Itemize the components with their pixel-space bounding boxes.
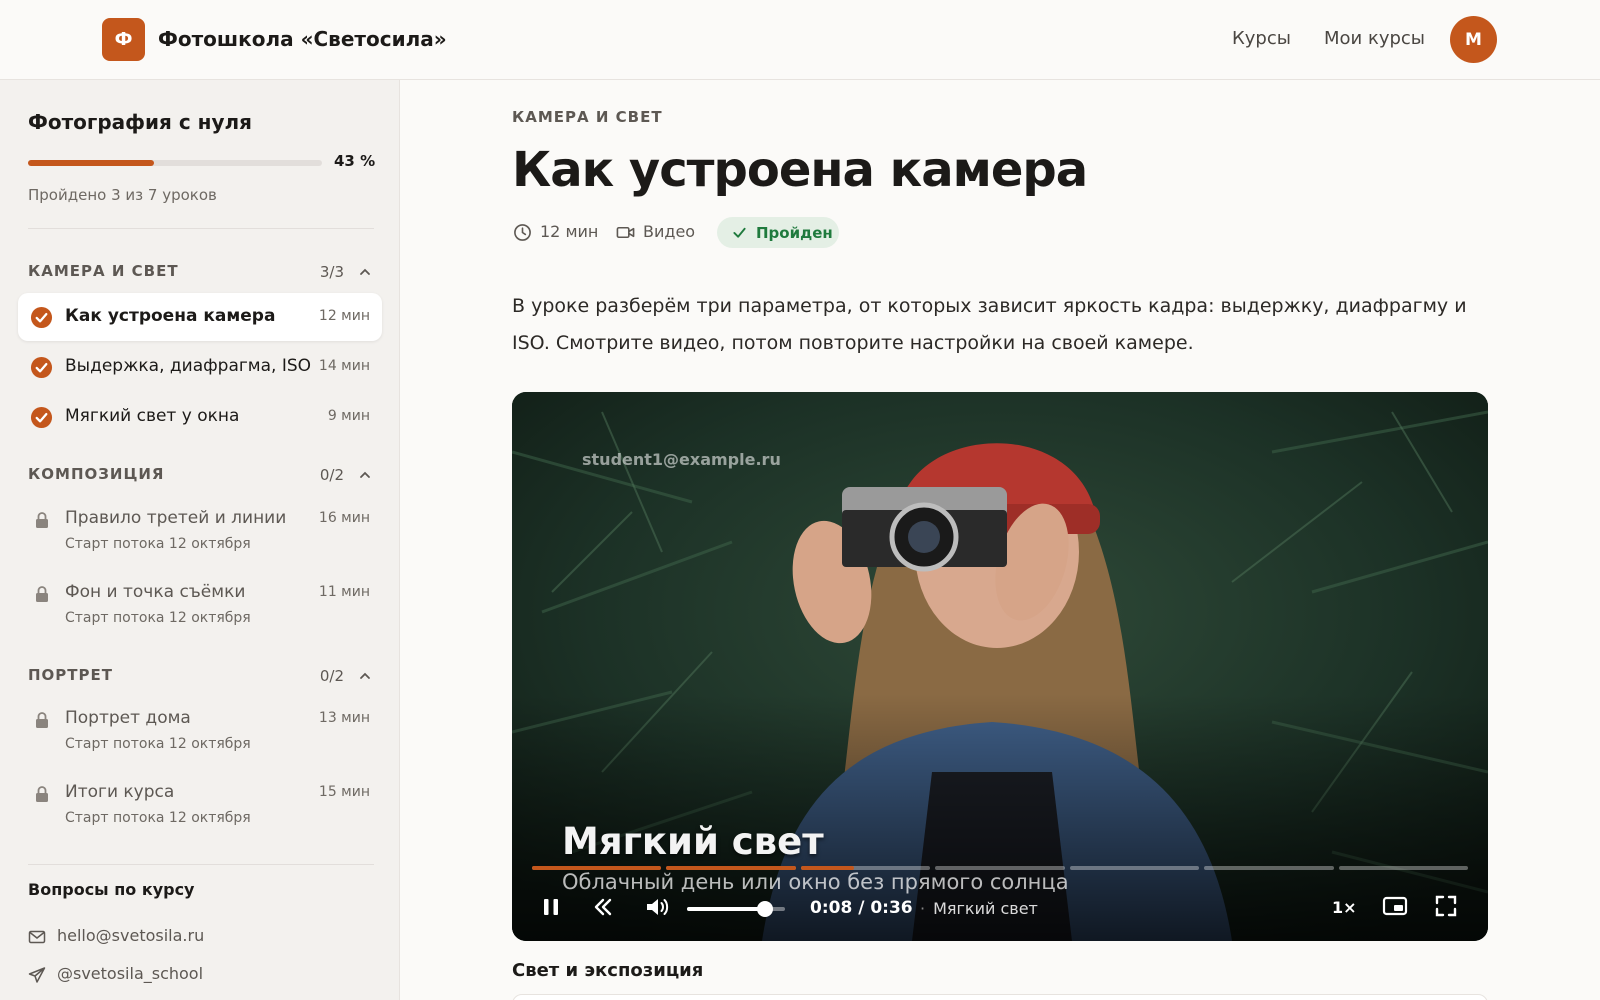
lesson-duration: 15 мин — [318, 784, 370, 800]
section-count: 0/2 — [319, 667, 344, 685]
lesson-title: Выдержка, диафрагма, ISO — [65, 356, 312, 376]
clock-icon — [514, 224, 531, 241]
playback-speed-button[interactable]: 1× — [1332, 898, 1357, 917]
video-chapter-segment[interactable] — [1204, 866, 1334, 870]
top-header: Ф Фотошкола «Светосила» Курсы Мои курсы … — [0, 0, 1600, 80]
video-chapter-segment[interactable] — [935, 866, 1065, 870]
lesson-duration: 16 мин — [318, 510, 370, 526]
video-caption-subtitle: Облачный день или окно без прямого солнц… — [562, 870, 1069, 894]
lesson-item-locked[interactable]: Фон и точка съёмки Старт потока 12 октяб… — [18, 572, 382, 640]
nav-my-courses[interactable]: Мои курсы — [1324, 28, 1425, 49]
section-header-composition[interactable]: КОМПОЗИЦИЯ 0/2 — [28, 463, 374, 487]
divider — [28, 228, 374, 229]
lesson-item-locked[interactable]: Правило третей и линии Старт потока 12 о… — [18, 498, 382, 566]
logo-icon[interactable]: Ф — [102, 18, 145, 61]
video-caption-title: Мягкий свет — [562, 820, 824, 863]
completed-badge-text: Пройден — [756, 224, 833, 242]
volume-slider[interactable] — [687, 901, 785, 917]
support-telegram: @svetosila_school — [57, 964, 204, 983]
video-timecode: 0:08 / 0:36 — [810, 898, 913, 918]
check-circle-icon — [30, 306, 53, 329]
course-progress-fill — [28, 160, 155, 166]
section-header-portrait[interactable]: ПОРТРЕТ 0/2 — [28, 664, 374, 688]
video-chapter-label: · Мягкий свет — [920, 899, 1038, 918]
video-chapter-segment[interactable] — [1069, 866, 1200, 870]
lock-icon — [36, 786, 48, 802]
volume-slider-fill — [687, 907, 766, 911]
lesson-start-note: Старт потока 12 октября — [65, 610, 251, 626]
lesson-duration-text: 12 мин — [540, 222, 599, 241]
video-chapter-segment-fill — [800, 866, 854, 870]
lock-icon — [36, 512, 48, 528]
video-chapter-segment[interactable] — [800, 866, 931, 870]
section-title: КОМПОЗИЦИЯ — [28, 465, 165, 483]
brand-name[interactable]: Фотошкола «Светосила» — [158, 27, 447, 51]
video-chapter-segment-fill — [666, 866, 796, 870]
check-circle-icon — [30, 406, 53, 429]
lesson-duration: 12 мин — [318, 308, 370, 324]
check-icon — [733, 227, 746, 238]
section-title: ПОРТРЕТ — [28, 666, 114, 684]
section-count: 0/2 — [319, 466, 344, 484]
video-camera-icon — [616, 226, 635, 239]
lesson-title: Мягкий свет у окна — [65, 406, 240, 426]
video-watermark: student1@example.ru — [582, 450, 781, 469]
lesson-title: Как устроена камера — [65, 306, 276, 326]
content-card — [512, 994, 1488, 1000]
course-title: Фотография с нуля — [28, 110, 252, 134]
lesson-section-label: КАМЕРА И СВЕТ — [512, 108, 663, 126]
lock-icon — [36, 712, 48, 728]
chevron-up-icon — [360, 672, 370, 679]
section-count: 3/3 — [319, 263, 344, 281]
lesson-duration: 13 мин — [318, 710, 370, 726]
lesson-item-locked[interactable]: Портрет дома Старт потока 12 октября 13 … — [18, 698, 382, 766]
picture-in-picture-icon[interactable] — [1382, 894, 1408, 918]
course-progress-percent: 43 % — [334, 152, 376, 170]
mail-icon — [28, 930, 46, 944]
course-sidebar: Фотография с нуля 43 % Пройдено 3 из 7 у… — [0, 80, 400, 1000]
nav-courses[interactable]: Курсы — [1232, 28, 1291, 49]
video-chapter-segment[interactable] — [1338, 866, 1468, 870]
fullscreen-icon[interactable] — [1434, 894, 1458, 918]
lesson-start-note: Старт потока 12 октября — [65, 736, 251, 752]
lesson-type-text: Видео — [643, 222, 696, 241]
telegram-icon — [28, 967, 46, 983]
pause-icon[interactable] — [540, 896, 562, 918]
page-title: Как устроена камера — [512, 142, 1088, 198]
support-title: Вопросы по курсу — [28, 880, 195, 899]
lock-icon — [36, 586, 48, 602]
completed-badge: Пройден — [717, 217, 839, 248]
video-chapter-segment-fill — [532, 866, 662, 870]
chevron-up-icon — [360, 268, 370, 275]
lesson-start-note: Старт потока 12 октября — [65, 536, 251, 552]
lesson-duration: 11 мин — [318, 584, 370, 600]
video-player[interactable]: student1@example.ru Мягкий свет Облачный… — [512, 392, 1488, 941]
lesson-item-locked[interactable]: Итоги курса Старт потока 12 октября 15 м… — [18, 772, 382, 840]
lesson-item[interactable]: Выдержка, диафрагма, ISO 14 мин — [18, 343, 382, 391]
lesson-title: Портрет дома — [65, 708, 191, 728]
rewind-icon[interactable] — [592, 896, 614, 918]
video-chapter-segment[interactable] — [666, 866, 796, 870]
course-progress-text: Пройдено 3 из 7 уроков — [28, 186, 217, 204]
course-progress-bar — [28, 160, 322, 166]
lesson-item[interactable]: Мягкий свет у окна 9 мин — [18, 393, 382, 441]
lesson-item-active[interactable]: Как устроена камера 12 мин — [18, 293, 382, 341]
volume-icon[interactable] — [644, 895, 670, 919]
section-subtitle: Свет и экспозиция — [512, 960, 704, 981]
lesson-start-note: Старт потока 12 октября — [65, 810, 251, 826]
video-chapter-segment[interactable] — [532, 866, 662, 870]
lesson-duration: 9 мин — [327, 408, 370, 424]
check-circle-icon — [30, 356, 53, 379]
section-header-camera[interactable]: КАМЕРА И СВЕТ 3/3 — [28, 260, 374, 284]
lesson-duration: 14 мин — [318, 358, 370, 374]
support-email: hello@svetosila.ru — [57, 926, 205, 945]
chevron-up-icon — [360, 471, 370, 478]
avatar[interactable]: М — [1450, 16, 1497, 63]
divider — [28, 864, 374, 865]
lesson-title: Фон и точка съёмки — [65, 582, 246, 602]
lesson-title: Итоги курса — [65, 782, 175, 802]
lesson-title: Правило третей и линии — [65, 508, 287, 528]
lesson-description: В уроке разберём три параметра, от котор… — [512, 295, 1467, 354]
section-title: КАМЕРА И СВЕТ — [28, 262, 179, 280]
